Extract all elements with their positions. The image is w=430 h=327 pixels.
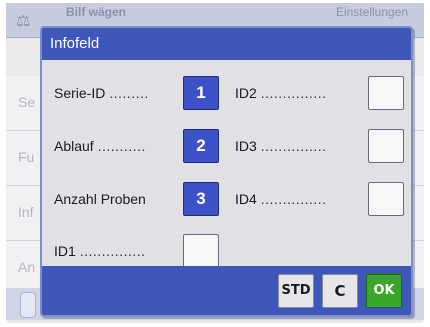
field-label-text: ID3 — [235, 138, 257, 154]
background-row-label: Inf — [18, 204, 34, 220]
background-header-left: Bilf wägen — [66, 5, 127, 19]
field-box-id2[interactable] — [368, 76, 404, 110]
field-row-id1: ID1 ............... — [54, 234, 234, 268]
field-label-text: Anzahl Proben — [54, 191, 146, 207]
field-row-id2: ID2 ............... — [235, 76, 405, 110]
field-label: ID4 ............... — [235, 183, 327, 215]
field-label: Ablauf ........... — [54, 130, 146, 162]
field-box-id3[interactable] — [368, 129, 404, 163]
field-box-serie-id[interactable]: 1 — [183, 76, 219, 110]
field-label: ID2 ............... — [235, 77, 327, 109]
field-label-text: Ablauf — [54, 138, 94, 154]
ok-button[interactable]: OK — [366, 274, 402, 308]
field-label-dots: ......... — [109, 85, 149, 101]
field-row-anzahl-proben: Anzahl Proben 3 — [54, 182, 234, 216]
field-label-dots: ............... — [79, 243, 146, 259]
field-row-id4: ID4 ............... — [235, 182, 405, 216]
background-row-label: Fu — [18, 149, 35, 165]
field-label: Serie-ID ......... — [54, 77, 149, 109]
background-header-right: Einstellungen — [336, 5, 409, 19]
field-label-text: Serie-ID — [54, 85, 106, 101]
infofeld-dialog: Infofeld Serie-ID ......... 1 Ablauf ...… — [40, 26, 413, 317]
field-label-text: ID4 — [235, 191, 257, 207]
background-row-label: Se — [18, 94, 36, 110]
field-row-ablauf: Ablauf ........... 2 — [54, 129, 234, 163]
field-label-dots: ........... — [97, 138, 146, 154]
field-label-dots: ............... — [260, 138, 327, 154]
field-label: Anzahl Proben — [54, 183, 146, 215]
field-label: ID1 ............... — [54, 235, 146, 267]
field-label-dots: ............... — [260, 191, 327, 207]
std-button[interactable]: STD — [278, 274, 314, 308]
field-row-id3: ID3 ............... — [235, 129, 405, 163]
field-label-text: ID2 — [235, 85, 257, 101]
field-box-anzahl-proben[interactable]: 3 — [183, 182, 219, 216]
field-box-id4[interactable] — [368, 182, 404, 216]
background-scale-icon: ⚖ — [16, 13, 31, 30]
field-label-text: ID1 — [54, 243, 76, 259]
dialog-title: Infofeld — [42, 28, 411, 60]
background-back-arrow-icon — [20, 292, 36, 318]
dialog-footer: STD C OK — [42, 266, 411, 315]
clear-button[interactable]: C — [322, 274, 358, 308]
field-box-id1[interactable] — [183, 234, 219, 268]
field-label: ID3 ............... — [235, 130, 327, 162]
background-row-label: An — [18, 259, 36, 275]
field-label-dots: ............... — [260, 85, 327, 101]
field-box-ablauf[interactable]: 2 — [183, 129, 219, 163]
field-row-serie-id: Serie-ID ......... 1 — [54, 76, 234, 110]
